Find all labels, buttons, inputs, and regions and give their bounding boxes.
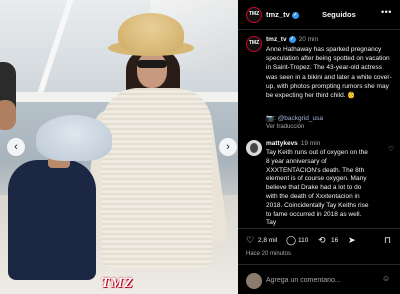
next-arrow-icon[interactable]: ›	[219, 138, 237, 156]
post-timestamp: Hace 20 minutos	[246, 251, 292, 257]
like-count[interactable]: 2,8 mil	[258, 237, 277, 244]
comment-bubble-icon[interactable]: ◯	[286, 235, 296, 246]
avatar[interactable]: TMZ	[246, 7, 262, 23]
caption-username: tmz_tv ✓ 20 min	[266, 36, 318, 43]
repost-icon[interactable]: ⟲	[318, 235, 326, 246]
man-arm	[0, 100, 16, 130]
post-header: TMZ tmz_tv ✓ Seguidos •••	[238, 0, 400, 30]
verified-badge-icon: ✓	[291, 11, 299, 19]
sunglasses	[137, 60, 167, 68]
emoji-icon[interactable]: ☺	[382, 274, 390, 283]
comment-username: mattykevs 19 min	[266, 140, 320, 147]
caption-text: Anne Hathaway has sparked pregnancy spec…	[266, 46, 392, 100]
header-username-text[interactable]: tmz_tv	[266, 10, 290, 19]
straw-hat	[118, 13, 184, 55]
comment-like-heart-icon[interactable]: ♡	[388, 145, 394, 153]
caption-avatar-logo: TMZ	[248, 40, 260, 46]
woman-face	[137, 52, 167, 88]
child-bucket-hat	[36, 115, 112, 161]
child-body	[8, 160, 96, 280]
action-bar: ♡ 2,8 mil ◯ 110 ⟲ 16 ➤ ⊓	[238, 228, 400, 250]
post-photo[interactable]: TMZ ‹ ›	[0, 0, 238, 294]
avatar-logo: TMZ	[248, 11, 260, 17]
woman-cover-up	[102, 88, 212, 268]
comments-scroll-area[interactable]: TMZ tmz_tv ✓ 20 min Anne Hathaway has spar…	[238, 30, 400, 228]
bookmark-icon[interactable]: ⊓	[384, 235, 391, 246]
prev-arrow-icon[interactable]: ‹	[7, 138, 25, 156]
add-comment-bar: ☺	[238, 264, 400, 294]
current-user-avatar	[246, 273, 262, 289]
comment-time: 19 min	[300, 140, 321, 147]
photo-credit-link[interactable]: 📷: @backgrid_usa	[266, 114, 323, 122]
caption-avatar[interactable]: TMZ	[246, 36, 262, 52]
header-username[interactable]: tmz_tv ✓	[266, 10, 299, 19]
comment-text: Tay Keith runs out of oxygen on the 8 ye…	[266, 149, 369, 227]
following-button[interactable]: Seguidos	[322, 10, 356, 19]
comment-input[interactable]	[266, 274, 362, 286]
caption-time: 20 min	[298, 36, 319, 44]
see-translation-link[interactable]: Ver traducción	[266, 124, 304, 130]
caption-username-text[interactable]: tmz_tv	[266, 36, 287, 43]
share-count: 16	[331, 237, 339, 244]
share-send-icon[interactable]: ➤	[348, 235, 356, 246]
more-options-icon[interactable]: •••	[381, 7, 392, 17]
comment-avatar[interactable]	[246, 140, 262, 156]
comment-count: 110	[298, 237, 309, 244]
post-side-panel: TMZ tmz_tv ✓ Seguidos ••• TMZ tmz_tv ✓ 20 m…	[238, 0, 400, 294]
verified-badge-icon: ✓	[288, 36, 296, 43]
tmz-watermark: TMZ	[101, 276, 134, 291]
like-heart-icon[interactable]: ♡	[246, 235, 254, 246]
comment-username-text[interactable]: mattykevs	[266, 140, 298, 147]
